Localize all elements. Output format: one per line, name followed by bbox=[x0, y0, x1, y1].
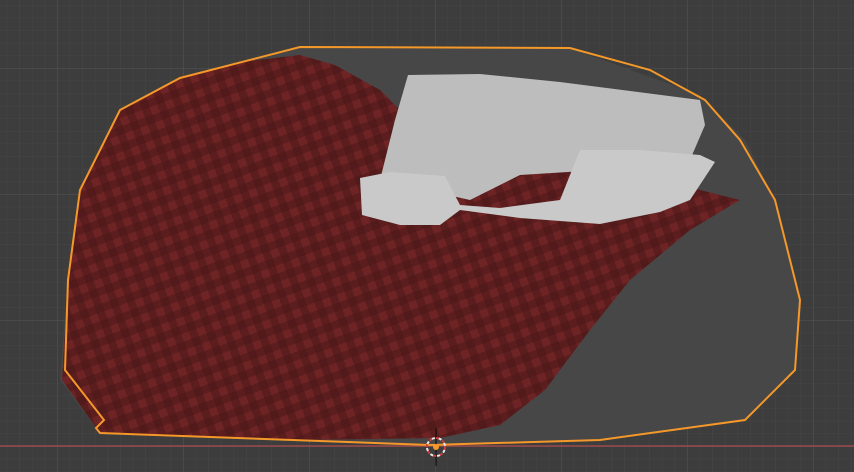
object-origin-icon bbox=[433, 444, 439, 450]
3d-viewport[interactable] bbox=[0, 0, 854, 472]
viewport-canvas[interactable] bbox=[0, 0, 854, 472]
